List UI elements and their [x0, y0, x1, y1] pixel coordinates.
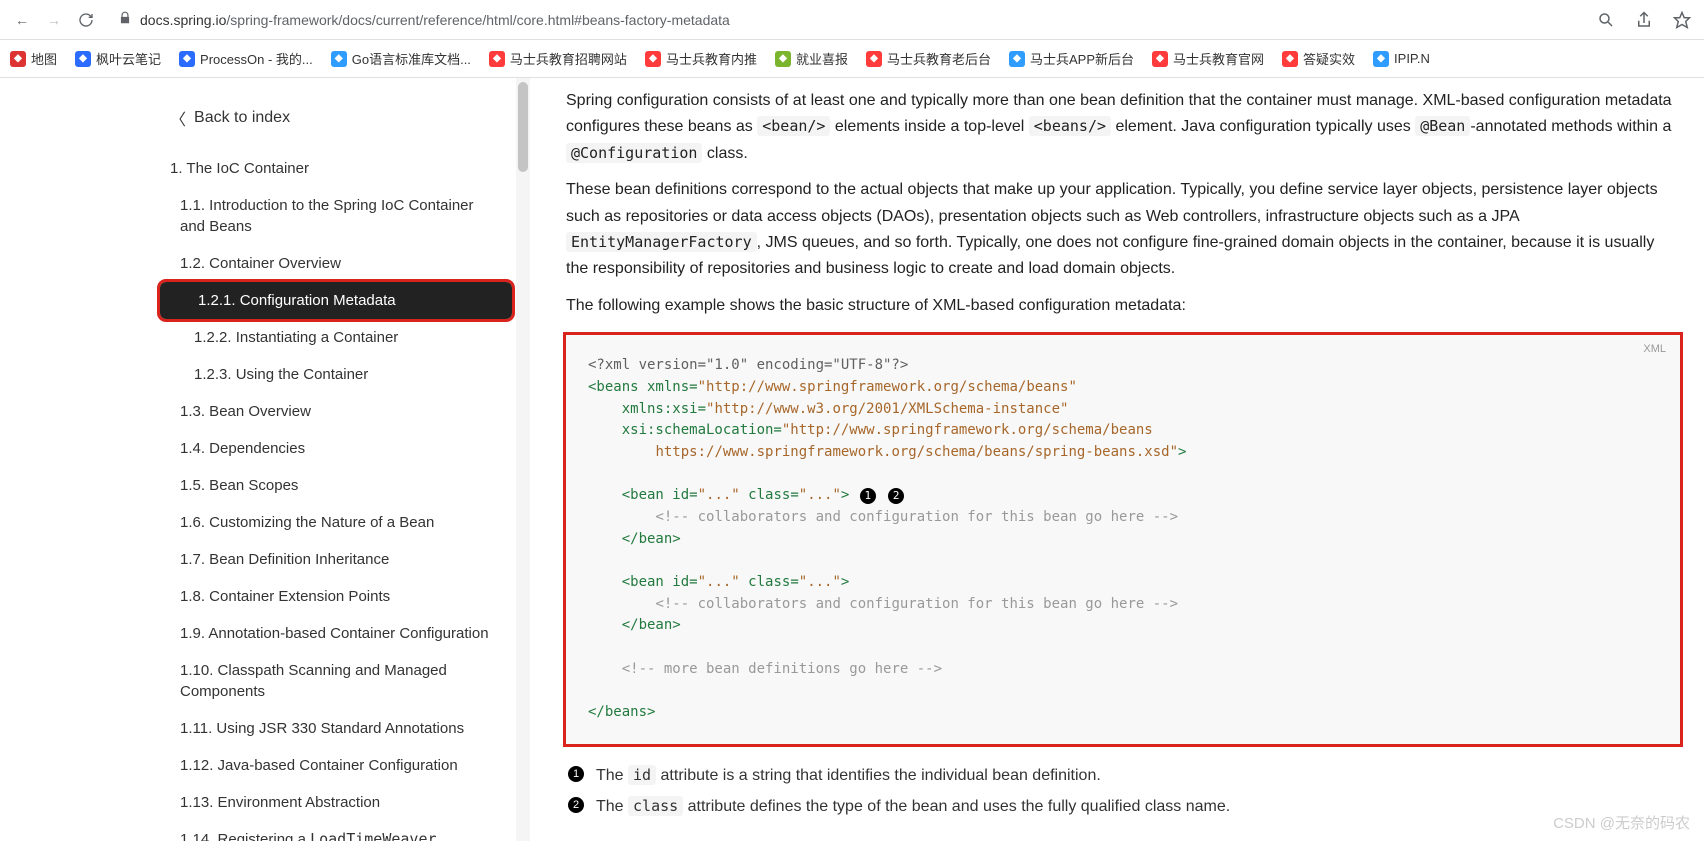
toc-item[interactable]: 1.2. Container Overview: [156, 245, 516, 282]
callout-text: The class attribute defines the type of …: [596, 797, 1230, 816]
toc-item[interactable]: 1.11. Using JSR 330 Standard Annotations: [156, 710, 516, 747]
toc-item[interactable]: 1.2.2. Instantiating a Container: [156, 319, 516, 356]
scrollbar-thumb[interactable]: [518, 82, 528, 172]
callout-text: The id attribute is a string that identi…: [596, 766, 1101, 785]
bookmark-item[interactable]: ◆ ProcessOn - 我的...: [179, 49, 313, 68]
search-icon[interactable]: [1594, 8, 1618, 32]
bookmark-favicon: ◆: [331, 51, 347, 67]
bookmark-label: 马士兵教育官网: [1173, 49, 1264, 68]
toc-item[interactable]: 1.2.1. Configuration Metadata: [160, 282, 512, 319]
bookmark-item[interactable]: ◆ 马士兵教育老后台: [866, 49, 991, 68]
toc-item[interactable]: 1.4. Dependencies: [156, 430, 516, 467]
bookmark-item[interactable]: ◆ 就业喜报: [775, 49, 848, 68]
language-tag: XML: [1643, 343, 1666, 355]
star-icon[interactable]: [1670, 8, 1694, 32]
bookmark-favicon: ◆: [866, 51, 882, 67]
callout-1: 1: [860, 488, 876, 504]
toc-item[interactable]: 1.1. Introduction to the Spring IoC Cont…: [156, 187, 516, 245]
url-text: docs.spring.io/spring-framework/docs/cur…: [140, 12, 1574, 28]
bookmark-favicon: ◆: [10, 51, 26, 67]
toc-item[interactable]: 1.10. Classpath Scanning and Managed Com…: [156, 652, 516, 710]
bookmark-label: 马士兵APP新后台: [1030, 49, 1134, 68]
paragraph: The following example shows the basic st…: [566, 293, 1680, 319]
back-to-index[interactable]: 〈 Back to index: [156, 98, 516, 138]
bookmark-label: Go语言标准库文档...: [352, 49, 471, 68]
toc-item[interactable]: 1.8. Container Extension Points: [156, 578, 516, 615]
bookmark-label: 就业喜报: [796, 49, 848, 68]
callout-list: 1 The id attribute is a string that ident…: [566, 760, 1680, 822]
inline-code: <beans/>: [1029, 116, 1111, 136]
sidebar-toc: 〈 Back to index 1. The IoC Container1.1.…: [146, 78, 516, 841]
callout-2: 2: [888, 488, 904, 504]
bookmark-label: 马士兵教育招聘网站: [510, 49, 627, 68]
inline-code: EntityManagerFactory: [566, 232, 757, 252]
bookmark-item[interactable]: ◆ 枫叶云笔记: [75, 49, 161, 68]
inline-code: <bean/>: [757, 116, 830, 136]
code-pre: <?xml version="1.0" encoding="UTF-8"?> <…: [566, 335, 1680, 744]
main-content: Spring configuration consists of at leas…: [530, 78, 1704, 841]
address-bar[interactable]: docs.spring.io/spring-framework/docs/cur…: [106, 7, 1586, 32]
forward-button[interactable]: →: [42, 8, 66, 32]
bookmark-label: 地图: [31, 49, 57, 68]
bookmark-item[interactable]: ◆ 马士兵教育内推: [645, 49, 757, 68]
bookmark-label: IPIP.N: [1394, 51, 1430, 66]
share-icon[interactable]: [1632, 8, 1656, 32]
paragraph: These bean definitions correspond to the…: [566, 177, 1680, 283]
bookmark-item[interactable]: ◆ 马士兵教育招聘网站: [489, 49, 627, 68]
toc-item[interactable]: 1.2.3. Using the Container: [156, 356, 516, 393]
browser-toolbar: ← → docs.spring.io/spring-framework/docs…: [0, 0, 1704, 40]
bookmark-favicon: ◆: [75, 51, 91, 67]
inline-code: @Bean: [1415, 116, 1470, 136]
toc-item[interactable]: 1.6. Customizing the Nature of a Bean: [156, 504, 516, 541]
bookmark-favicon: ◆: [1152, 51, 1168, 67]
callout-row: 1 The id attribute is a string that ident…: [566, 760, 1680, 791]
bookmark-item[interactable]: ◆ 马士兵APP新后台: [1009, 49, 1134, 68]
bookmark-label: ProcessOn - 我的...: [200, 49, 313, 68]
bookmark-item[interactable]: ◆ 答疑实效: [1282, 49, 1355, 68]
inline-code: @Configuration: [566, 143, 702, 163]
callout-number-2: 2: [568, 797, 584, 813]
bookmark-label: 枫叶云笔记: [96, 49, 161, 68]
bookmark-favicon: ◆: [489, 51, 505, 67]
bookmark-favicon: ◆: [775, 51, 791, 67]
reload-button[interactable]: [74, 8, 98, 32]
bookmark-item[interactable]: ◆ Go语言标准库文档...: [331, 49, 471, 68]
toc-item[interactable]: 1.3. Bean Overview: [156, 393, 516, 430]
bookmarks-bar: ◆ 地图 ◆ 枫叶云笔记 ◆ ProcessOn - 我的... ◆ Go语言标准库文档...…: [0, 40, 1704, 78]
bookmark-item[interactable]: ◆ 地图: [10, 49, 57, 68]
lock-icon: [118, 11, 132, 28]
bookmark-favicon: ◆: [1373, 51, 1389, 67]
toc-item[interactable]: 1.14. Registering a LoadTimeWeaver: [156, 821, 516, 841]
watermark: CSDN @无奈的码农: [1553, 812, 1690, 833]
bookmark-item[interactable]: ◆ IPIP.N: [1373, 51, 1430, 67]
chevron-left-icon: 〈: [170, 106, 186, 130]
bookmark-label: 马士兵教育内推: [666, 49, 757, 68]
bookmark-favicon: ◆: [1009, 51, 1025, 67]
toc-item[interactable]: 1.12. Java-based Container Configuration: [156, 747, 516, 784]
bookmark-label: 马士兵教育老后台: [887, 49, 991, 68]
callout-number-1: 1: [568, 766, 584, 782]
bookmark-favicon: ◆: [179, 51, 195, 67]
back-label: Back to index: [194, 109, 290, 127]
bookmark-item[interactable]: ◆ 马士兵教育官网: [1152, 49, 1264, 68]
toc-item[interactable]: 1.9. Annotation-based Container Configur…: [156, 615, 516, 652]
toc-item[interactable]: 1.5. Bean Scopes: [156, 467, 516, 504]
bookmark-favicon: ◆: [1282, 51, 1298, 67]
code-block: XML <?xml version="1.0" encoding="UTF-8"…: [566, 335, 1680, 744]
bookmark-favicon: ◆: [645, 51, 661, 67]
paragraph: Spring configuration consists of at leas…: [566, 88, 1680, 167]
page-body: 〈 Back to index 1. The IoC Container1.1.…: [0, 78, 1704, 841]
callout-row: 2 The class attribute defines the type of…: [566, 791, 1680, 822]
toc-item[interactable]: 1.13. Environment Abstraction: [156, 784, 516, 821]
toc-item[interactable]: 1.7. Bean Definition Inheritance: [156, 541, 516, 578]
toc-item[interactable]: 1. The IoC Container: [156, 150, 516, 187]
back-button[interactable]: ←: [10, 8, 34, 32]
sidebar-scrollbar[interactable]: [516, 78, 530, 841]
bookmark-label: 答疑实效: [1303, 49, 1355, 68]
